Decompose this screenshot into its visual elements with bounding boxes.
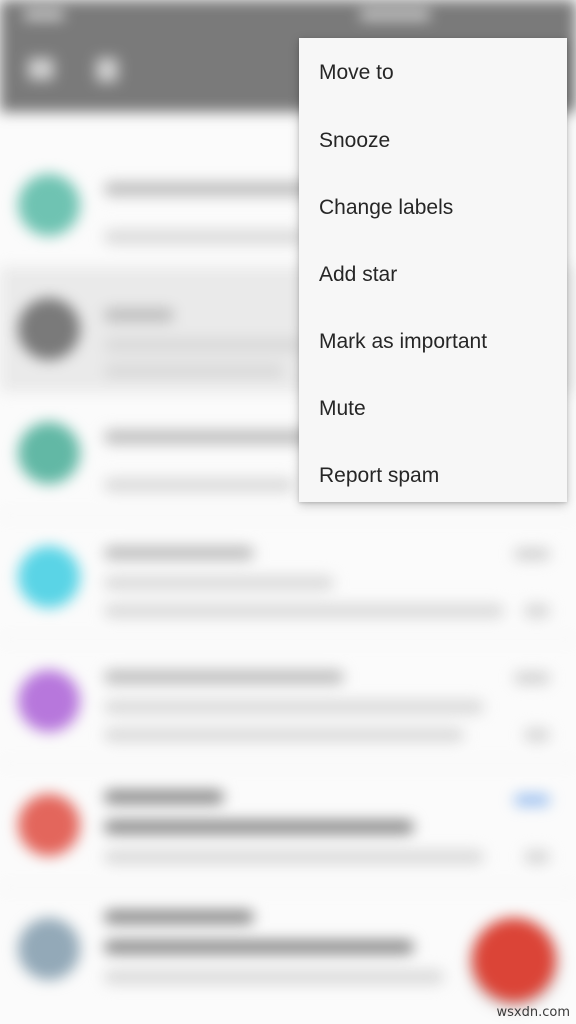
- snippet-line: [104, 230, 304, 244]
- menu-item-move-to[interactable]: Move to: [299, 39, 567, 107]
- sender-line: [104, 182, 324, 196]
- star-icon[interactable]: [524, 850, 550, 864]
- menu-item-snooze[interactable]: Snooze: [299, 107, 567, 174]
- sender-line: [104, 790, 224, 804]
- date-label: [514, 672, 550, 684]
- snippet-line: [104, 728, 464, 742]
- sender-line: [104, 308, 174, 322]
- menu-item-report-spam[interactable]: Report spam: [299, 442, 567, 509]
- email-row-unread[interactable]: [0, 764, 576, 888]
- menu-item-mute[interactable]: Mute: [299, 375, 567, 442]
- star-icon[interactable]: [524, 728, 550, 742]
- overflow-menu: Move to Snooze Change labels Add star Ma…: [299, 38, 567, 502]
- date-label: [514, 794, 550, 806]
- sender-avatar: [18, 174, 80, 236]
- snippet-line: [104, 478, 294, 492]
- status-bar-icon: [360, 10, 430, 20]
- screen: Move to Snooze Change labels Add star Ma…: [0, 0, 576, 1024]
- subject-line: [104, 700, 484, 714]
- star-icon[interactable]: [524, 604, 550, 618]
- sender-avatar: [18, 794, 80, 856]
- sender-line: [104, 670, 344, 684]
- snippet-line: [104, 604, 504, 618]
- email-row[interactable]: [0, 640, 576, 764]
- subject-line: [104, 940, 414, 954]
- sender-avatar: [18, 670, 80, 732]
- snippet-line: [104, 970, 444, 984]
- sender-line: [104, 546, 254, 560]
- sender-avatar: [18, 918, 80, 980]
- sender-avatar: [18, 546, 80, 608]
- sender-avatar: [18, 422, 80, 484]
- sender-avatar: [18, 298, 80, 360]
- menu-item-change-labels[interactable]: Change labels: [299, 174, 567, 241]
- menu-item-add-star[interactable]: Add star: [299, 241, 567, 308]
- subject-line: [104, 338, 304, 352]
- date-label: [514, 548, 550, 560]
- snippet-line: [104, 850, 484, 864]
- sender-line: [104, 430, 314, 444]
- snippet-line: [104, 364, 284, 378]
- email-row[interactable]: [0, 516, 576, 640]
- watermark: wsxdn.com: [496, 1005, 571, 1020]
- sender-line: [104, 910, 254, 924]
- compose-button[interactable]: [472, 918, 556, 1002]
- subject-line: [104, 576, 334, 590]
- back-arrow-icon[interactable]: [28, 58, 54, 80]
- subject-line: [104, 820, 414, 834]
- menu-item-mark-important[interactable]: Mark as important: [299, 308, 567, 375]
- toolbar-action-icon[interactable]: [96, 58, 118, 82]
- status-bar-icon: [24, 10, 64, 20]
